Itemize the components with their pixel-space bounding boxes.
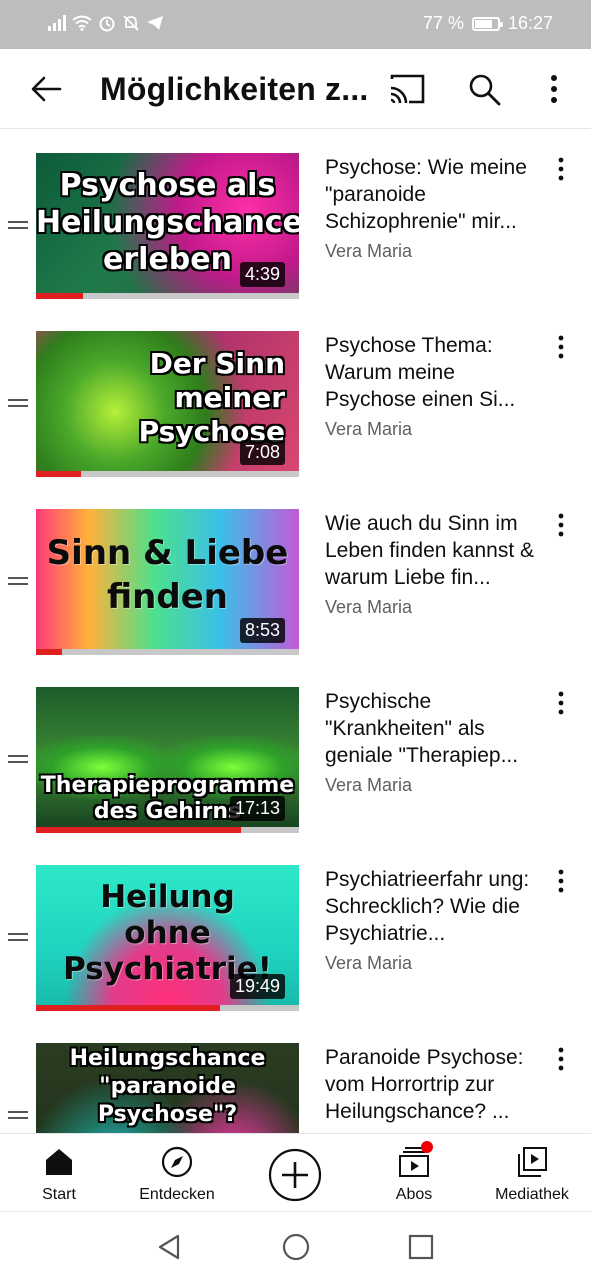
channel-name: Vera Maria [325,597,413,617]
cast-icon[interactable] [388,73,426,105]
item-more-icon[interactable] [552,334,570,360]
nav-abos[interactable]: Abos [355,1134,473,1212]
wifi-icon [72,15,92,31]
status-icons [48,14,164,32]
nav-entdecken[interactable]: Entdecken [118,1134,236,1212]
item-more-icon[interactable] [552,512,570,538]
playlist-video-list: Psychose als Heilungschance erleben 4:39… [0,130,591,1133]
duration-badge: 4:39 [239,262,285,287]
nav-label: Abos [395,1186,433,1203]
app-bar: Möglichkeiten z... [0,49,591,129]
page-title: Möglichkeiten z... [100,71,369,107]
video-title[interactable]: Psychische "Krankheiten" als geniale "Th… [325,688,540,769]
create-plus-icon[interactable] [268,1148,322,1202]
channel-name: Vera Maria [325,953,413,973]
library-icon [518,1147,547,1177]
video-title[interactable]: Paranoide Psychose: vom Horrortrip zur H… [325,1044,540,1125]
signal-icon [48,15,66,31]
battery-icon [471,16,503,31]
nav-mediathek[interactable]: Mediathek [473,1134,591,1212]
back-arrow-icon[interactable] [28,71,64,107]
video-title[interactable]: Psychiatrieerfahr ung: Schrecklich? Wie … [325,866,540,947]
drag-handle-icon[interactable] [8,399,28,409]
video-title[interactable]: Psychose Thema: Warum meine Psychose ein… [325,332,540,413]
duration-badge: 17:13 [229,796,285,821]
playlist-item[interactable]: Psychose als Heilungschance erleben 4:39… [0,130,591,308]
watch-progress [36,649,63,655]
playlist-item[interactable]: Heilungschance "paranoide Psychose"? Par… [0,1020,591,1133]
battery-percent: 77 % [422,13,464,33]
status-bar: 77 % 16:27 [0,0,591,49]
home-icon [46,1149,72,1175]
nav-label: Mediathek [495,1186,569,1203]
clock: 16:27 [507,13,553,33]
thumbnail-text: Heilung ohne Psychiatrie! [63,879,272,987]
video-thumbnail[interactable]: Psychose als Heilungschance erleben 4:39 [36,153,299,299]
nav-label: Start [42,1186,76,1203]
video-thumbnail[interactable]: Heilungschance "paranoide Psychose"? [36,1043,299,1133]
search-icon[interactable] [466,71,502,107]
item-more-icon[interactable] [552,1046,570,1072]
thumbnail-text: Der Sinn meiner Psychose [138,347,285,448]
duration-badge: 19:49 [229,974,285,999]
alarm-icon [99,16,115,32]
playlist-item[interactable]: Der Sinn meiner Psychose 7:08 Psychose T… [0,308,591,486]
duration-badge: 8:53 [239,618,285,643]
watch-progress-track [36,471,299,477]
video-thumbnail[interactable]: Therapieprogramme des Gehirns 17:13 [36,687,299,833]
watch-progress-track [36,827,299,833]
thumbnail-text: Heilungschance "paranoide Psychose"? [69,1046,266,1127]
video-title[interactable]: Psychose: Wie meine "paranoide Schizophr… [325,154,540,235]
watch-progress-track [36,293,299,299]
drag-handle-icon[interactable] [8,933,28,943]
drag-handle-icon[interactable] [8,221,28,231]
channel-name: Vera Maria [325,419,413,439]
playlist-item[interactable]: Therapieprogramme des Gehirns 17:13 Psyc… [0,664,591,842]
channel-name: Vera Maria [325,775,413,795]
system-recents-icon[interactable] [408,1234,434,1260]
item-more-icon[interactable] [552,690,570,716]
system-home-icon[interactable] [282,1233,310,1261]
system-navigation-bar [0,1211,591,1280]
system-back-icon[interactable] [156,1234,182,1260]
playlist-item[interactable]: Sinn & Liebe finden 8:53 Wie auch du Sin… [0,486,591,664]
watch-progress [36,293,84,299]
video-thumbnail[interactable]: Der Sinn meiner Psychose 7:08 [36,331,299,477]
video-title[interactable]: Wie auch du Sinn im Leben finden kannst … [325,510,540,591]
drag-handle-icon[interactable] [8,755,28,765]
telegram-icon [147,16,163,30]
drag-handle-icon[interactable] [8,1111,28,1121]
video-thumbnail[interactable]: Heilung ohne Psychiatrie! 19:49 [36,865,299,1011]
item-more-icon[interactable] [552,156,570,182]
watch-progress [36,471,81,477]
bottom-navigation: Start Entdecken Abos Mediathek [0,1133,591,1211]
watch-progress-track [36,649,299,655]
watch-progress [36,1005,221,1011]
more-vert-icon[interactable] [542,71,566,107]
compass-icon [161,1146,193,1178]
item-more-icon[interactable] [552,868,570,894]
duration-badge: 7:08 [239,440,285,465]
notification-dot [421,1141,433,1153]
thumbnail-text: Sinn & Liebe finden [46,533,289,617]
playlist-item[interactable]: Heilung ohne Psychiatrie! 19:49 Psychiat… [0,842,591,1020]
video-thumbnail[interactable]: Sinn & Liebe finden 8:53 [36,509,299,655]
mute-icon [123,15,139,31]
status-right: 77 % 16:27 [423,13,553,34]
nav-start[interactable]: Start [0,1134,118,1212]
nav-label: Entdecken [139,1186,215,1203]
watch-progress [36,827,242,833]
watch-progress-track [36,1005,299,1011]
channel-name: Vera Maria [325,241,413,261]
drag-handle-icon[interactable] [8,577,28,587]
